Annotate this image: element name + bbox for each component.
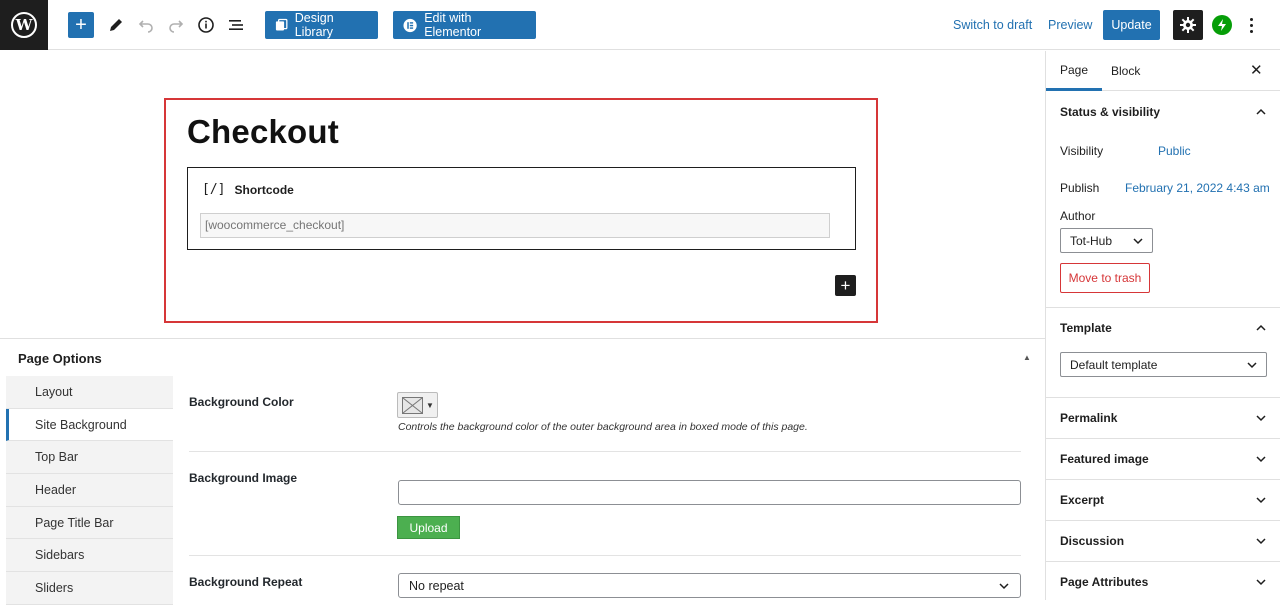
page-title[interactable]: Checkout	[187, 113, 339, 151]
field-divider	[189, 451, 1021, 452]
editor-toolbar: W + Design Library Edit with Elementor S…	[0, 0, 1280, 50]
permalink-panel-header[interactable]: Permalink	[1046, 397, 1280, 438]
chevron-down-icon	[1256, 414, 1266, 421]
page-options-metabox: Page Options ▲ Layout Site Background To…	[0, 338, 1045, 605]
settings-button[interactable]	[1173, 10, 1203, 40]
gear-icon	[1180, 17, 1196, 33]
publish-label: Publish	[1060, 181, 1100, 195]
chevron-down-icon	[1256, 578, 1266, 585]
more-options-icon[interactable]	[1243, 14, 1259, 36]
design-library-button[interactable]: Design Library	[265, 11, 378, 39]
template-panel-header[interactable]: Template	[1046, 307, 1280, 348]
undo-icon[interactable]	[134, 13, 158, 37]
background-repeat-select[interactable]: No repeat	[398, 573, 1021, 598]
excerpt-panel-header[interactable]: Excerpt	[1046, 479, 1280, 520]
author-value: Tot-Hub	[1070, 233, 1113, 248]
background-image-label: Background Image	[189, 471, 298, 485]
wordpress-logo-icon[interactable]: W	[0, 0, 48, 50]
discussion-title: Discussion	[1060, 533, 1125, 548]
settings-sidebar: Page Block ✕ Status & visibility Visibil…	[1045, 51, 1280, 600]
permalink-title: Permalink	[1060, 410, 1118, 425]
template-value: Default template	[1070, 357, 1158, 372]
no-color-icon	[402, 396, 423, 414]
chevron-down-icon	[1256, 455, 1266, 462]
shortcode-block-header: [/] Shortcode	[202, 182, 294, 197]
background-repeat-label: Background Repeat	[189, 575, 303, 589]
shortcode-icon: [/]	[202, 182, 226, 197]
template-select[interactable]: Default template	[1060, 352, 1267, 377]
tab-block[interactable]: Block	[1111, 51, 1140, 91]
excerpt-title: Excerpt	[1060, 492, 1105, 507]
edit-with-elementor-button[interactable]: Edit with Elementor	[393, 11, 536, 39]
add-block-inline-button[interactable]: +	[835, 275, 856, 296]
background-repeat-value: No repeat	[409, 578, 464, 593]
pencil-icon[interactable]	[104, 13, 128, 37]
tab-site-background[interactable]: Site Background	[6, 408, 173, 442]
background-color-label: Background Color	[189, 395, 294, 409]
tab-page[interactable]: Page	[1046, 51, 1103, 91]
dropdown-arrow-icon: ▼	[426, 400, 434, 410]
tab-page-title-bar[interactable]: Page Title Bar	[6, 506, 173, 540]
close-icon[interactable]: ✕	[1250, 63, 1263, 78]
shortcode-label: Shortcode	[234, 182, 294, 197]
switch-to-draft-link[interactable]: Switch to draft	[953, 18, 1032, 32]
discussion-panel-header[interactable]: Discussion	[1046, 520, 1280, 561]
tab-header[interactable]: Header	[6, 474, 173, 507]
background-color-picker[interactable]: ▼	[397, 392, 438, 418]
tab-layout[interactable]: Layout	[6, 376, 173, 409]
redo-icon[interactable]	[164, 13, 188, 37]
chevron-up-icon	[1256, 108, 1266, 115]
chevron-down-icon	[999, 582, 1009, 589]
add-block-button[interactable]: +	[68, 12, 94, 38]
featured-image-title: Featured image	[1060, 451, 1149, 466]
background-image-input[interactable]	[398, 480, 1021, 505]
edit-with-elementor-label: Edit with Elementor	[424, 11, 482, 39]
visibility-value-link[interactable]: Public	[1158, 144, 1191, 158]
tab-sidebars[interactable]: Sidebars	[6, 539, 173, 573]
template-title: Template	[1060, 320, 1112, 335]
update-button[interactable]: Update	[1103, 10, 1160, 40]
shortcode-block[interactable]: [/] Shortcode [woocommerce_checkout]	[187, 167, 856, 250]
background-color-hint: Controls the background color of the out…	[398, 421, 808, 433]
publish-date-link[interactable]: February 21, 2022 4:43 am	[1125, 181, 1270, 195]
design-library-label: Design Library	[294, 11, 334, 39]
preview-link[interactable]: Preview	[1048, 18, 1092, 32]
jetpack-icon[interactable]	[1212, 15, 1232, 35]
chevron-down-icon	[1256, 496, 1266, 503]
page-options-tabs: Layout Site Background Top Bar Header Pa…	[6, 376, 173, 605]
chevron-down-icon	[1256, 537, 1266, 544]
elementor-icon	[403, 18, 417, 32]
list-view-icon[interactable]	[224, 13, 248, 37]
featured-image-panel-header[interactable]: Featured image	[1046, 438, 1280, 479]
tab-top-bar[interactable]: Top Bar	[6, 441, 173, 475]
chevron-down-icon	[1247, 361, 1257, 368]
sidebar-tabs: Page Block ✕	[1046, 51, 1280, 91]
design-library-icon	[275, 18, 288, 31]
author-select[interactable]: Tot-Hub	[1060, 228, 1153, 253]
chevron-down-icon	[1133, 237, 1143, 244]
move-to-trash-button[interactable]: Move to trash	[1060, 263, 1150, 293]
visibility-label: Visibility	[1060, 144, 1104, 158]
page-options-title: Page Options	[18, 351, 102, 366]
field-divider	[189, 555, 1021, 556]
status-visibility-title: Status & visibility	[1060, 104, 1161, 119]
info-icon[interactable]	[194, 13, 218, 37]
upload-button[interactable]: Upload	[397, 516, 460, 539]
chevron-up-icon	[1256, 324, 1266, 331]
page-attributes-title: Page Attributes	[1060, 574, 1149, 589]
author-label: Author	[1060, 209, 1096, 223]
editor-canvas: Checkout [/] Shortcode [woocommerce_chec…	[0, 51, 1045, 337]
shortcode-input[interactable]: [woocommerce_checkout]	[200, 213, 830, 238]
page-attributes-panel-header[interactable]: Page Attributes	[1046, 561, 1280, 602]
collapse-caret-icon[interactable]: ▲	[1023, 353, 1031, 362]
status-visibility-panel-header[interactable]: Status & visibility	[1046, 91, 1280, 132]
